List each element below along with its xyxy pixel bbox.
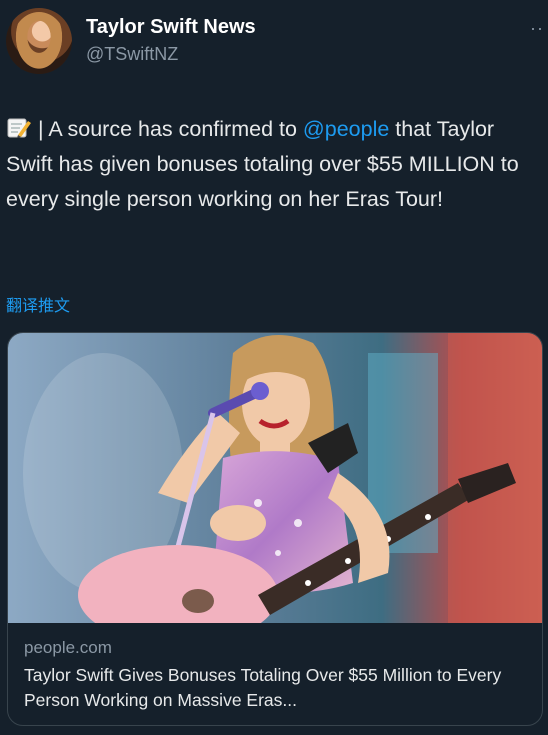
tweet-header: Taylor Swift News @TSwiftNZ ··: [0, 0, 548, 90]
card-image[interactable]: [8, 333, 542, 623]
mention-link[interactable]: @people: [303, 117, 389, 141]
link-card[interactable]: people.com Taylor Swift Gives Bonuses To…: [7, 332, 543, 726]
more-options-icon[interactable]: ··: [530, 18, 544, 39]
card-title[interactable]: Taylor Swift Gives Bonuses Totaling Over…: [24, 663, 534, 713]
tweet-text: | A source has confirmed to @people that…: [6, 112, 542, 217]
author-handle[interactable]: @TSwiftNZ: [86, 44, 178, 65]
avatar[interactable]: [6, 8, 72, 74]
card-domain: people.com: [24, 638, 112, 657]
tweet-text-part1: | A source has confirmed to: [38, 117, 303, 141]
author-display-name[interactable]: Taylor Swift News: [86, 16, 256, 39]
translate-tweet-link[interactable]: 翻译推文: [6, 292, 70, 316]
memo-icon: [7, 118, 31, 138]
